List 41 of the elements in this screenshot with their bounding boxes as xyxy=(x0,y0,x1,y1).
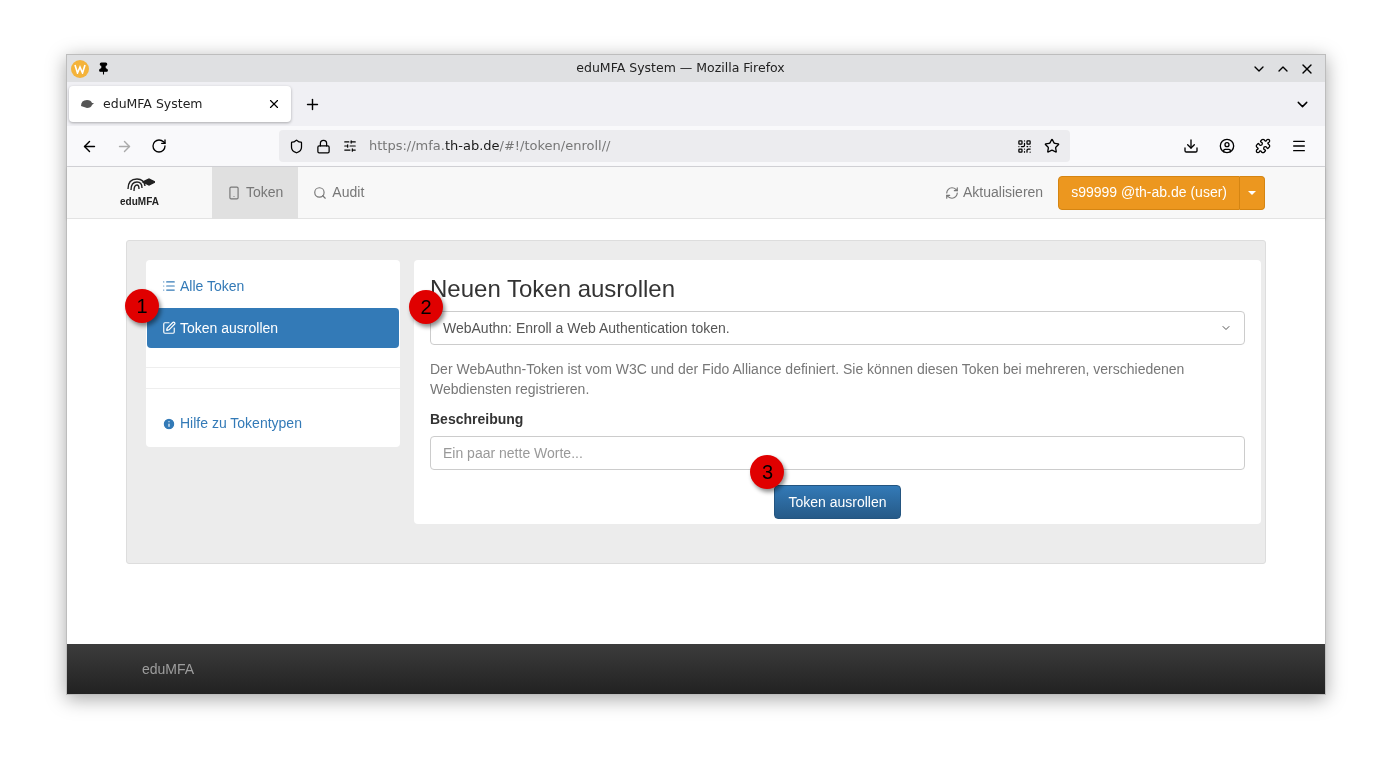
enroll-token-button[interactable]: Token ausrollen xyxy=(774,485,901,519)
extensions-icon[interactable] xyxy=(1255,138,1271,154)
pin-icon[interactable] xyxy=(97,62,110,75)
close-tab-icon[interactable] xyxy=(267,97,281,111)
fingerprint-logo-icon xyxy=(124,176,155,194)
window-title: eduMFA System — Mozilla Firefox xyxy=(575,59,786,78)
menu-icon[interactable] xyxy=(1291,138,1307,154)
nav-icon xyxy=(227,185,241,200)
tab-title: eduMFA System xyxy=(103,94,204,113)
shield-icon[interactable] xyxy=(289,138,304,154)
footer-brand: eduMFA xyxy=(142,659,195,679)
callout-number: 1 xyxy=(125,289,159,323)
account-icon[interactable] xyxy=(1219,138,1235,154)
app-logo-icon xyxy=(71,59,89,78)
info-icon xyxy=(162,416,176,431)
nav-icon xyxy=(313,185,328,200)
bookmark-star-icon[interactable] xyxy=(1044,138,1060,154)
permissions-icon[interactable] xyxy=(343,139,357,153)
lock-icon[interactable] xyxy=(316,138,331,154)
nav-tab[interactable]: Audit xyxy=(298,166,380,219)
caret-icon xyxy=(1248,190,1256,195)
sidebar-icon xyxy=(162,279,176,293)
nav-tab[interactable]: Token xyxy=(212,166,299,219)
refresh-icon xyxy=(945,185,959,200)
brand-name[interactable]: eduMFA xyxy=(120,194,159,209)
user-dropdown-toggle[interactable] xyxy=(1240,175,1265,210)
qr-code-icon[interactable] xyxy=(1017,138,1032,154)
url-text: https://mfa.th-ab.de/#!/token/enroll// xyxy=(369,137,612,156)
download-icon[interactable] xyxy=(1183,138,1199,154)
sidebar-icon xyxy=(162,321,176,335)
help-link[interactable]: Hilfe zu Tokentypen xyxy=(146,413,400,434)
field-label: Beschreibung xyxy=(430,410,525,429)
sidebar-link[interactable]: Token ausrollen xyxy=(147,308,399,348)
url-bar[interactable]: https://mfa.th-ab.de/#!/token/enroll// xyxy=(279,130,1070,162)
refresh-button[interactable]: Aktualisieren xyxy=(945,182,1044,203)
token-type-select[interactable]: WebAuthn: Enroll a Web Authentication token. xyxy=(430,311,1245,345)
token-description: Der WebAuthn-Token ist vom W3C und der Fido Alliance definiert. Sie können diesen Token bei mehreren, verschiedenen Webdiensten registrieren. xyxy=(430,360,1186,399)
favicon-icon xyxy=(79,98,95,110)
browser-tab[interactable]: eduMFA System xyxy=(69,86,291,122)
callout-number: 3 xyxy=(750,455,785,489)
reload-icon[interactable] xyxy=(151,138,167,154)
